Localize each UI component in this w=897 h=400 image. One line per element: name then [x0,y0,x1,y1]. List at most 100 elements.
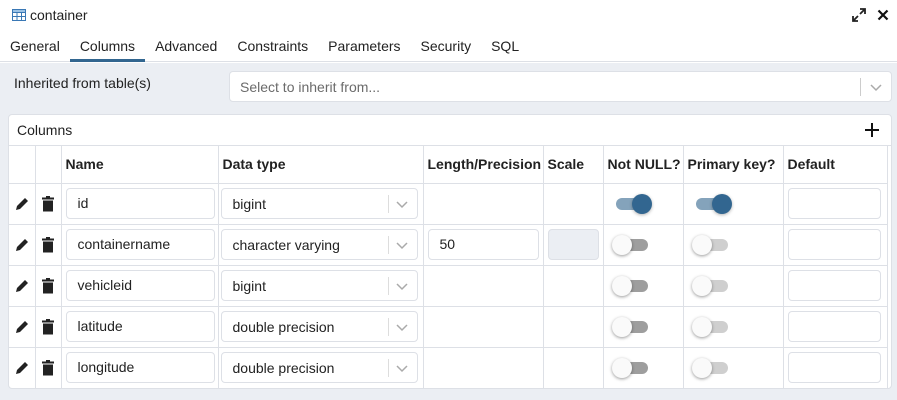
delete-row-button[interactable] [35,224,62,266]
data-type-select[interactable]: character varying [220,229,418,260]
delete-row-button[interactable] [35,183,62,225]
column-name-input[interactable]: containername [65,229,215,260]
header-primary-key: Primary key? [683,146,784,184]
tab-columns[interactable]: Columns [69,33,146,62]
trash-icon [42,359,54,375]
select-separator [387,276,389,295]
default-input[interactable] [787,352,881,383]
length-cell [423,347,544,388]
column-name-input[interactable]: vehicleid [65,270,215,301]
maximize-button[interactable] [851,6,867,24]
edit-row-button[interactable] [9,306,36,348]
chevron-down-icon [395,282,408,290]
primary-key-toggle[interactable] [691,316,732,337]
not-null-toggle[interactable] [611,316,652,337]
delete-row-button[interactable] [35,306,62,348]
scale-cell [543,183,604,225]
select-separator [387,235,389,254]
header-scale: Scale [543,146,604,184]
inherit-select[interactable]: Select to inherit from... [229,71,892,102]
data-type-select[interactable]: bigint [220,188,418,219]
pencil-icon [15,320,28,333]
data-type-value: bigint [232,277,266,294]
tab-content: Inherited from table(s) Select to inheri… [0,63,897,400]
trash-icon [42,318,54,334]
edit-row-button[interactable] [9,224,36,266]
not-null-toggle[interactable] [611,357,652,378]
close-button[interactable] [875,6,891,24]
trash-icon [42,277,54,293]
tab-sql[interactable]: SQL [481,33,529,61]
data-type-value: character varying [232,236,340,253]
edit-row-button[interactable] [9,347,36,388]
header-default: Default [783,146,888,184]
table-row: latitude double precision [9,306,888,348]
column-name-input[interactable]: longitude [65,352,215,383]
header-not-null: Not NULL? [603,146,684,184]
dialog-tabs: General Columns Advanced Constraints Par… [0,33,897,62]
not-null-toggle[interactable] [611,275,652,296]
length-cell [423,265,544,307]
default-input[interactable] [787,229,881,260]
tab-constraints[interactable]: Constraints [227,33,318,61]
default-input[interactable] [787,311,881,342]
primary-key-toggle[interactable] [692,193,732,214]
select-separator [860,77,861,96]
primary-key-toggle[interactable] [691,357,732,378]
column-name-input[interactable]: latitude [65,311,215,342]
edit-row-button[interactable] [9,183,36,225]
data-type-value: bigint [232,195,266,212]
primary-key-toggle[interactable] [691,275,732,296]
data-type-select[interactable]: double precision [220,352,418,383]
tab-parameters[interactable]: Parameters [318,33,410,61]
scale-cell [543,265,604,307]
tab-security[interactable]: Security [411,33,482,61]
data-type-select[interactable]: bigint [220,270,418,301]
pencil-icon [15,197,28,210]
delete-row-button[interactable] [35,265,62,307]
add-column-button[interactable] [863,121,881,139]
not-null-toggle[interactable] [611,234,652,255]
column-name-input[interactable]: id [65,188,215,219]
chevron-down-icon [395,323,408,331]
scale-input[interactable] [547,229,599,260]
scale-cell [543,347,604,388]
default-input[interactable] [787,188,881,219]
scale-cell [543,306,604,348]
length-input[interactable]: 50 [427,229,539,260]
trash-icon [42,236,54,252]
trash-icon [42,195,54,211]
edit-row-button[interactable] [9,265,36,307]
header-data-type: Data type [218,146,424,184]
primary-key-toggle[interactable] [691,234,732,255]
edit-column-header [9,146,36,184]
chevron-down-icon [395,364,408,372]
columns-table: Name Data type Length/Precision Scale No… [9,146,888,388]
select-separator [387,358,389,377]
data-type-value: double precision [232,359,335,376]
pencil-icon [15,279,28,292]
not-null-toggle[interactable] [612,193,652,214]
default-input[interactable] [787,270,881,301]
inherit-label: Inherited from table(s) [14,75,151,91]
table-icon [12,9,26,21]
header-length: Length/Precision [423,146,544,184]
chevron-down-icon [395,200,408,208]
data-type-select[interactable]: double precision [220,311,418,342]
delete-row-button[interactable] [35,347,62,388]
dialog-title: container [30,7,88,23]
length-cell [423,183,544,225]
columns-header-row: Name Data type Length/Precision Scale No… [9,146,888,184]
pencil-icon [15,361,28,374]
chevron-down-icon [870,83,882,91]
select-separator [387,194,389,213]
expand-icon [852,8,866,22]
tab-advanced[interactable]: Advanced [145,33,227,61]
header-name: Name [61,146,219,184]
table-row: containername character varying 50 [9,224,888,266]
data-type-value: double precision [232,318,335,335]
inherit-placeholder: Select to inherit from... [240,78,381,95]
table-row: id bigint [9,183,888,225]
close-icon [877,9,889,21]
tab-general[interactable]: General [0,33,70,61]
